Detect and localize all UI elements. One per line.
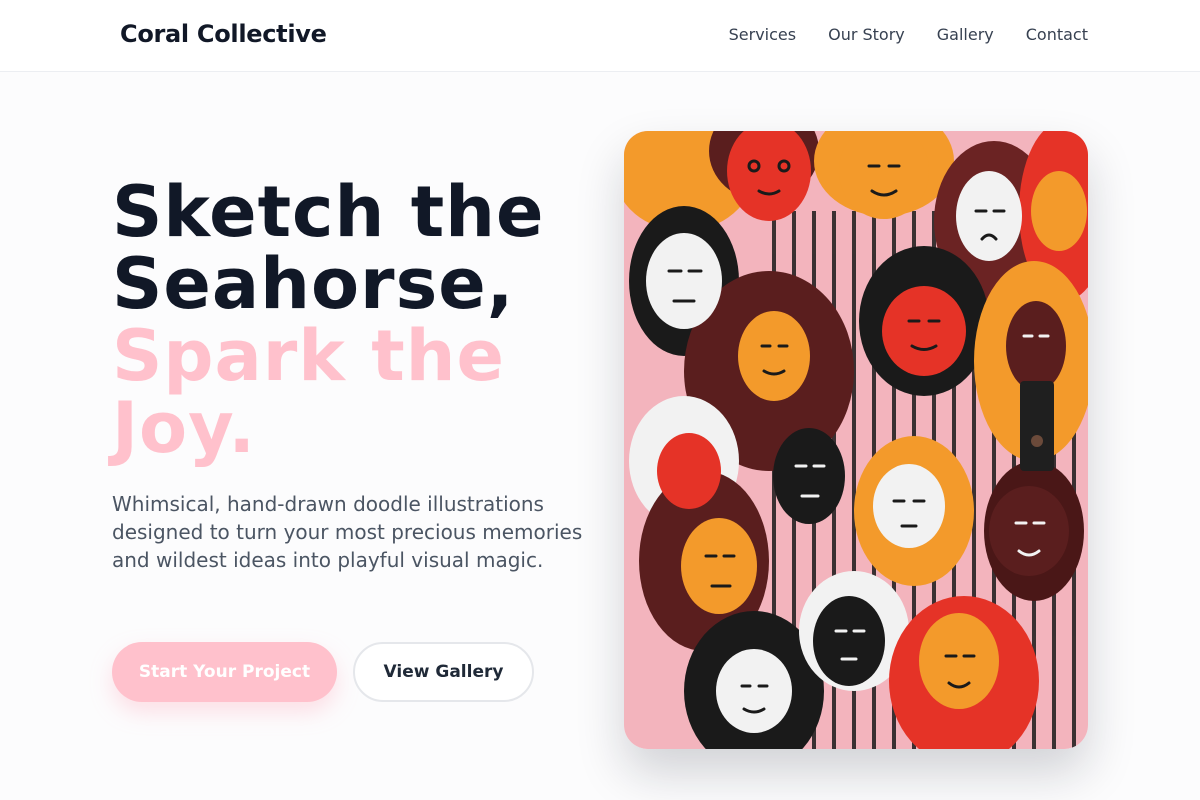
nav-link-services[interactable]: Services (729, 25, 796, 44)
nav-link-gallery[interactable]: Gallery (937, 25, 994, 44)
hero-headline: Sketch the Seahorse, Spark the Joy. (112, 176, 592, 464)
view-gallery-button[interactable]: View Gallery (353, 642, 534, 702)
headline-accent-line-1: Spark the (112, 315, 505, 397)
hero-illustration (624, 131, 1088, 749)
main-nav: Services Our Story Gallery Contact (729, 25, 1088, 44)
hero-copy: Sketch the Seahorse, Spark the Joy. (112, 176, 592, 464)
headline-line-2: Seahorse, (112, 243, 515, 325)
nav-link-contact[interactable]: Contact (1026, 25, 1088, 44)
headline-accent-line-2: Joy. (112, 387, 256, 469)
brand-logo[interactable]: Coral Collective (120, 20, 327, 48)
nav-link-our-story[interactable]: Our Story (828, 25, 905, 44)
doodle-faces-illustration (624, 131, 1088, 749)
hero-subtitle: Whimsical, hand-drawn doodle illustratio… (112, 492, 583, 572)
start-project-button[interactable]: Start Your Project (112, 642, 337, 702)
headline-line-1: Sketch the (112, 171, 545, 253)
site-header: Coral Collective Services Our Story Gall… (0, 0, 1200, 72)
